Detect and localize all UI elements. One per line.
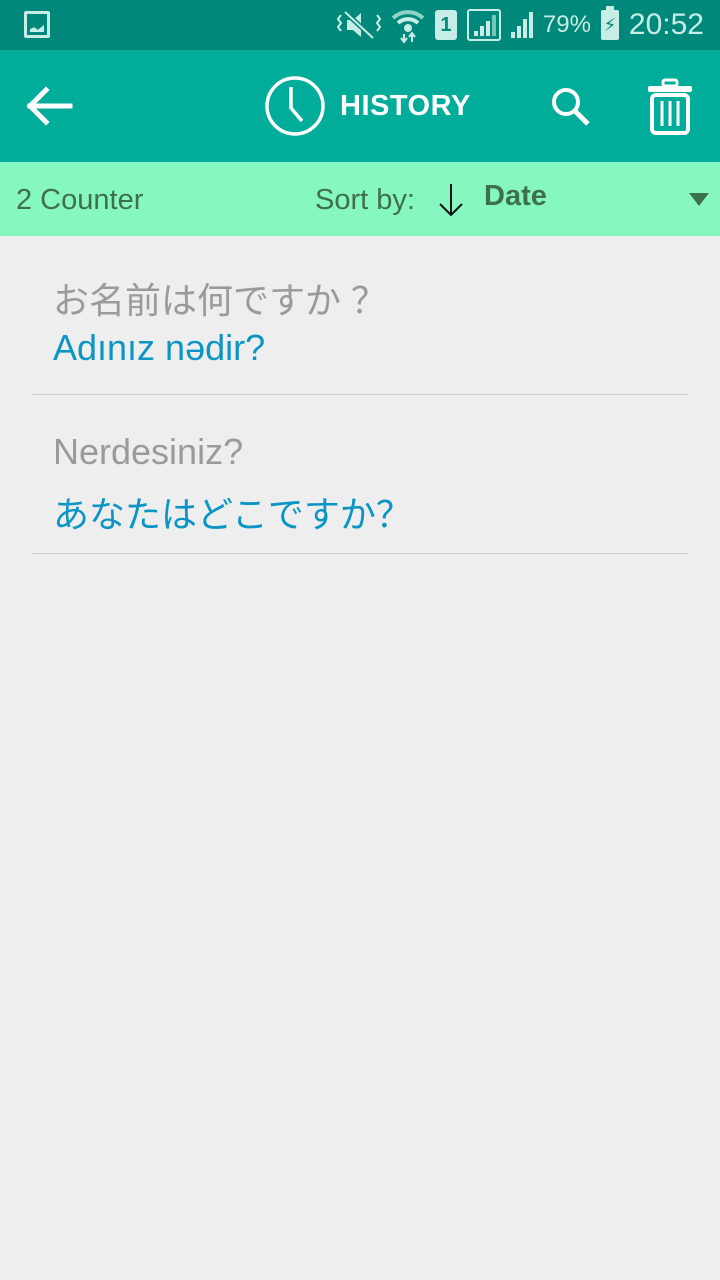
- battery-charging-icon: ⚡: [600, 6, 619, 40]
- trash-icon: [648, 78, 692, 135]
- source-text: お名前は何ですか ？: [53, 280, 388, 321]
- sort-bar: 2 Counter Sort by: Date: [0, 162, 720, 236]
- clock-time: 20:52: [628, 8, 704, 41]
- back-button[interactable]: [22, 80, 78, 132]
- arrow-left-icon: [26, 86, 73, 126]
- vibrate-mute-icon: [336, 9, 381, 41]
- source-text: Nerdesiniz?: [53, 431, 244, 472]
- sort-dropdown[interactable]: Date: [484, 180, 547, 213]
- sort-label: Sort by:: [315, 184, 415, 216]
- app-bar: HISTORY: [0, 50, 720, 162]
- delete-all-button[interactable]: [645, 78, 695, 136]
- search-button[interactable]: [548, 84, 594, 130]
- wifi-data-icon: [391, 6, 425, 44]
- dropdown-arrow-icon[interactable]: [689, 193, 709, 206]
- sim-icon: 1: [434, 10, 457, 40]
- history-item[interactable]: Nerdesiniz? あなたはどこですか？: [32, 395, 688, 554]
- signal-icon: [466, 9, 501, 41]
- arrow-down-icon[interactable]: [436, 182, 466, 218]
- search-icon: [552, 88, 590, 126]
- signal-icon: [510, 12, 533, 38]
- history-list: お名前は何ですか ？ Adınız nədir? Nerdesiniz? あなた…: [32, 236, 688, 554]
- history-counter: 2 Counter: [16, 184, 144, 216]
- battery-percent: 79%: [542, 11, 591, 38]
- page-title: HISTORY: [340, 89, 471, 122]
- clock-icon: [265, 76, 325, 136]
- status-bar: 1 79% ⚡ 20:52: [0, 0, 720, 50]
- gallery-notification-icon: [24, 11, 50, 38]
- history-item[interactable]: お名前は何ですか ？ Adınız nədir?: [32, 236, 688, 395]
- translation-text: Adınız nədir?: [53, 327, 266, 368]
- title-group: HISTORY: [264, 74, 471, 138]
- translation-text: あなたはどこですか？: [53, 494, 412, 535]
